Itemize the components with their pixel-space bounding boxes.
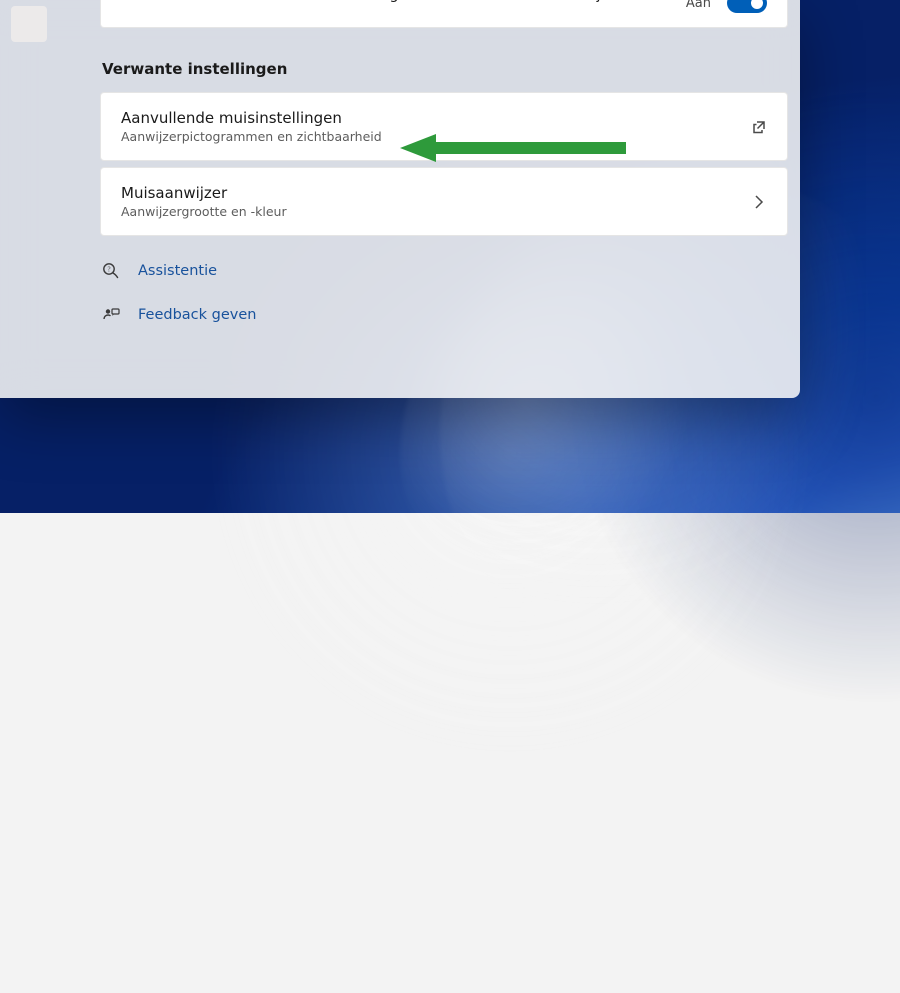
- feedback-icon: [102, 306, 120, 324]
- toggle-switch[interactable]: [727, 0, 767, 13]
- link-mouse-pointer-title: Muisaanwijzer: [121, 184, 287, 202]
- toggle-state-label: Aan: [686, 0, 711, 11]
- chevron-right-icon: [751, 194, 767, 210]
- link-additional-mouse-settings[interactable]: Aanvullende muisinstellingen Aanwijzerpi…: [100, 92, 788, 161]
- section-header-related: Verwante instellingen: [102, 60, 786, 78]
- help-feedback-link[interactable]: Feedback geven: [100, 300, 788, 330]
- nav-item-stub[interactable]: [11, 6, 47, 42]
- settings-content: Inhoud van inactieve vensters omlaag sch…: [100, 0, 788, 398]
- link-additional-mouse-settings-title: Aanvullende muisinstellingen: [121, 109, 382, 127]
- link-mouse-pointer[interactable]: Muisaanwijzer Aanwijzergrootte en -kleur: [100, 167, 788, 236]
- svg-text:?: ?: [107, 266, 110, 274]
- link-mouse-pointer-subtitle: Aanwijzergrootte en -kleur: [121, 204, 287, 219]
- link-additional-mouse-settings-subtitle: Aanwijzerpictogrammen en zichtbaarheid: [121, 129, 382, 144]
- setting-scroll-inactive-windows[interactable]: Inhoud van inactieve vensters omlaag sch…: [100, 0, 788, 28]
- help-feedback-label: Feedback geven: [138, 307, 256, 323]
- help-assistance-link[interactable]: ? Assistentie: [100, 256, 788, 286]
- open-external-icon: [751, 119, 767, 135]
- setting-scroll-inactive-windows-label: Inhoud van inactieve vensters omlaag sch…: [121, 0, 608, 3]
- help-icon: ?: [102, 262, 120, 280]
- help-assistance-label: Assistentie: [138, 263, 217, 279]
- settings-window: Inhoud van inactieve vensters omlaag sch…: [0, 0, 800, 398]
